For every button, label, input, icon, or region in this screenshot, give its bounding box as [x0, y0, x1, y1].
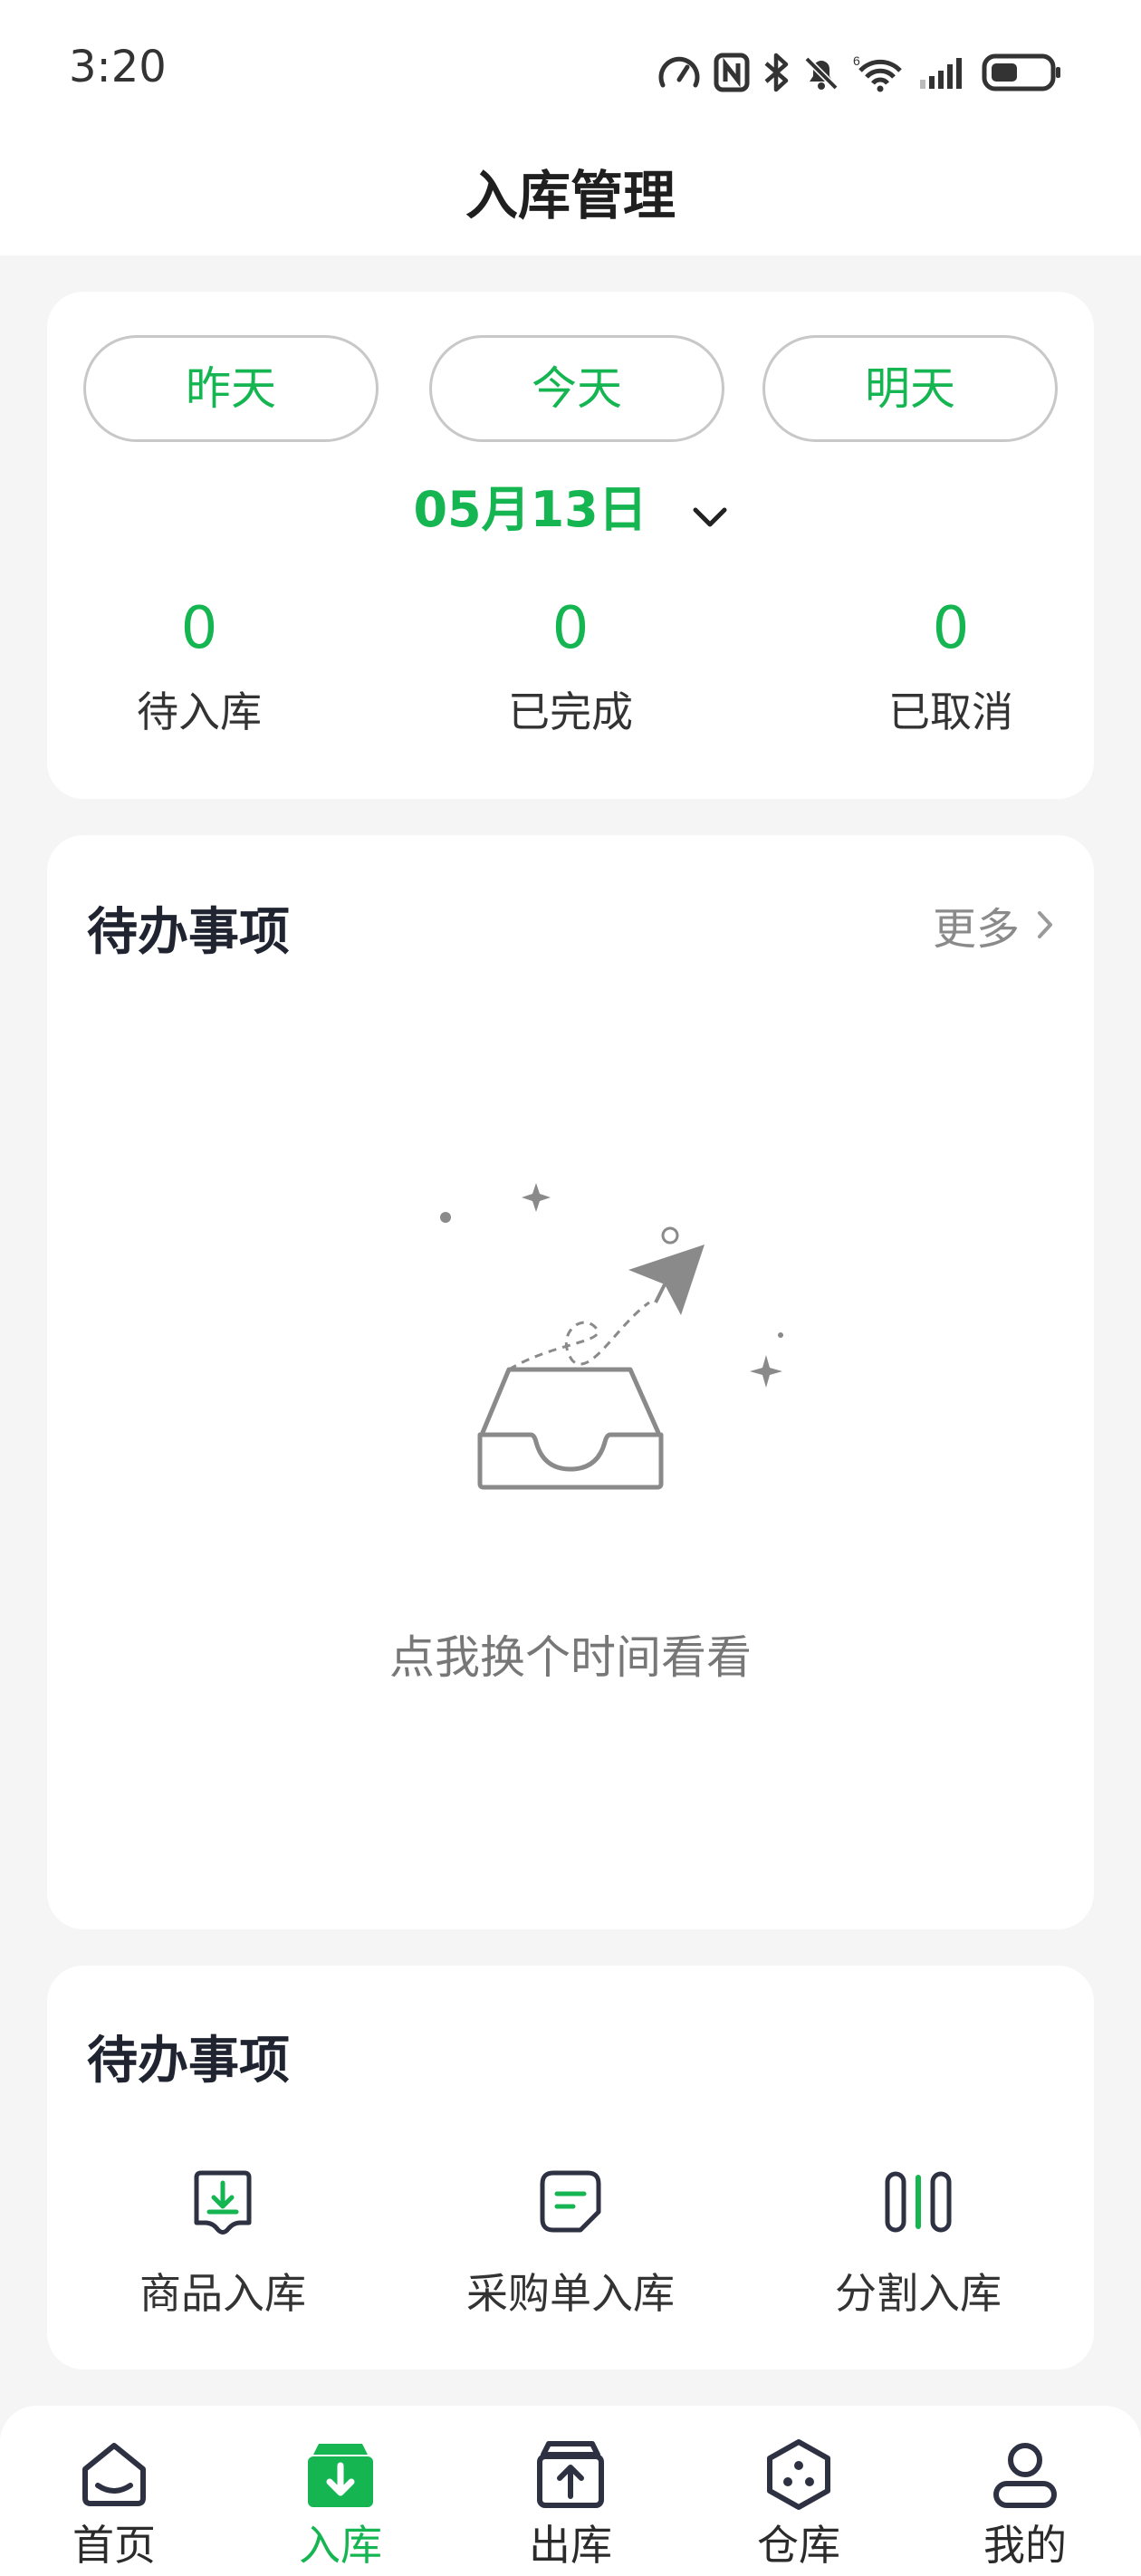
todo-title: 待办事项: [87, 903, 290, 962]
date-picker[interactable]: 05月13日: [47, 469, 1094, 542]
action-product-inbound-label: 商品入库: [139, 2269, 306, 2318]
outbound-icon: [489, 2420, 652, 2511]
tab-home-label: 首页: [72, 2521, 156, 2570]
stat-pending[interactable]: 0 待入库: [54, 600, 344, 739]
warehouse-icon: [717, 2420, 880, 2511]
tab-outbound[interactable]: 出库: [489, 2420, 652, 2572]
signal-icon: [920, 58, 962, 89]
tomorrow-button[interactable]: 明天: [762, 335, 1058, 442]
stat-pending-value: 0: [180, 595, 218, 662]
split-icon: [755, 2161, 1081, 2243]
tab-warehouse-label: 仓库: [757, 2521, 840, 2570]
speed-icon: [658, 56, 700, 88]
tab-warehouse[interactable]: 仓库: [717, 2420, 880, 2572]
status-bar: 3:20 6: [0, 0, 1141, 136]
app-bar: 入库管理: [0, 136, 1141, 255]
current-date: 05月13日: [413, 481, 647, 538]
stat-pending-label: 待入库: [137, 687, 262, 736]
more-label: 更多: [932, 904, 1020, 955]
todo-card: 待办事项 更多 点我换个时间看看: [47, 835, 1094, 1929]
tab-profile[interactable]: 我的: [944, 2420, 1107, 2572]
bottom-tab-bar: 首页 入库 出库 仓库 我的: [0, 2406, 1141, 2576]
page-title: 入库管理: [465, 165, 676, 226]
stat-cancelled-label: 已取消: [888, 687, 1013, 736]
battery-icon: [982, 53, 1060, 91]
stat-completed[interactable]: 0 已完成: [426, 600, 715, 739]
bluetooth-icon: [764, 53, 789, 92]
stat-cancelled[interactable]: 0 已取消: [806, 600, 1096, 739]
tab-outbound-label: 出库: [529, 2521, 612, 2570]
nfc-icon: [714, 53, 750, 92]
mute-bell-icon: [803, 55, 839, 91]
tab-home[interactable]: 首页: [33, 2420, 196, 2572]
svg-text:6: 6: [853, 53, 860, 68]
download-tray-icon: [60, 2161, 386, 2243]
home-icon: [33, 2420, 196, 2511]
empty-state-text[interactable]: 点我换个时间看看: [47, 1621, 1094, 1687]
empty-inbox-illustration: [418, 1125, 799, 1509]
tab-inbound-label: 入库: [299, 2521, 382, 2570]
action-product-inbound[interactable]: 商品入库: [60, 2161, 386, 2321]
date-selector-card: 昨天 今天 明天 05月13日 0 待入库 0 已完成 0 已取消: [47, 292, 1094, 799]
order-list-icon: [408, 2161, 734, 2243]
action-purchase-order-inbound-label: 采购单入库: [466, 2269, 675, 2318]
chevron-down-icon: [692, 485, 728, 542]
chevron-right-icon: [1038, 911, 1052, 938]
status-icons: 6: [657, 45, 1063, 100]
yesterday-button[interactable]: 昨天: [83, 335, 379, 442]
profile-icon: [944, 2420, 1107, 2511]
stat-completed-label: 已完成: [508, 687, 633, 736]
actions-title: 待办事项: [87, 2032, 290, 2091]
tab-inbound[interactable]: 入库: [259, 2420, 422, 2572]
today-button[interactable]: 今天: [429, 335, 724, 442]
actions-card: 待办事项 商品入库 采购单入库 分割入库: [47, 1966, 1094, 2369]
stat-cancelled-value: 0: [932, 595, 970, 662]
action-split-inbound[interactable]: 分割入库: [755, 2161, 1081, 2321]
action-split-inbound-label: 分割入库: [835, 2269, 1002, 2318]
tab-profile-label: 我的: [983, 2521, 1067, 2570]
status-time: 3:20: [69, 42, 167, 92]
more-link[interactable]: 更多: [933, 893, 1054, 956]
stat-completed-value: 0: [551, 595, 590, 662]
wifi-icon: 6: [853, 53, 902, 92]
action-purchase-order-inbound[interactable]: 采购单入库: [408, 2161, 734, 2321]
inbound-icon: [259, 2420, 422, 2511]
